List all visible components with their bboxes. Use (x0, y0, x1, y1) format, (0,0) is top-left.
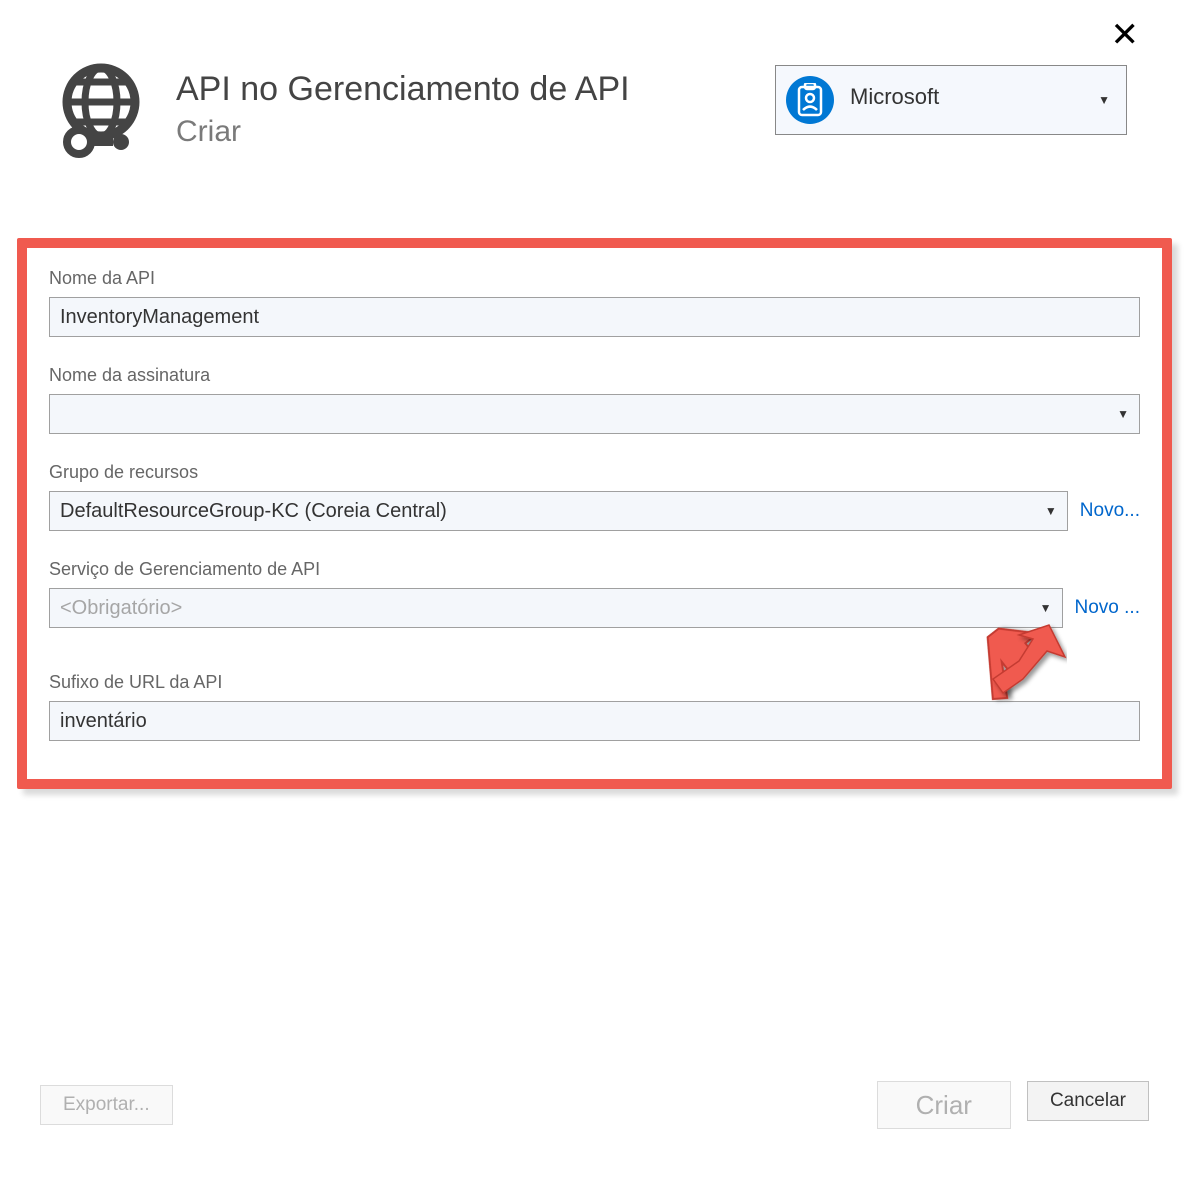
chevron-down-icon: ▼ (1045, 504, 1057, 518)
resource-group-new-link[interactable]: Novo... (1080, 500, 1140, 522)
form-container: Nome da API Nome da assinatura ▼ Grupo d… (17, 238, 1172, 789)
subscription-label: Nome da assinatura (49, 365, 1140, 386)
create-button[interactable]: Criar (877, 1081, 1011, 1129)
cancel-button[interactable]: Cancelar (1027, 1081, 1149, 1121)
chevron-down-icon: ▼ (1040, 601, 1052, 615)
account-selector[interactable]: Microsoft ▼ (775, 65, 1127, 135)
apim-service-new-link[interactable]: Novo ... (1075, 597, 1140, 619)
apim-service-label: Serviço de Gerenciamento de API (49, 559, 1140, 580)
resource-group-label: Grupo de recursos (49, 462, 1140, 483)
api-name-label: Nome da API (49, 268, 1140, 289)
chevron-down-icon: ▼ (1117, 407, 1129, 421)
close-button[interactable]: ✕ (1111, 18, 1140, 52)
apim-service-dropdown[interactable]: <Obrigatório> ▼ (49, 588, 1063, 628)
account-name: Microsoft (850, 84, 1082, 116)
dialog-footer: Exportar... Criar Cancelar (40, 1081, 1149, 1129)
account-avatar-icon (786, 76, 834, 124)
url-suffix-label: Sufixo de URL da API (49, 672, 1140, 693)
resource-group-dropdown[interactable]: DefaultResourceGroup-KC (Coreia Central)… (49, 491, 1068, 531)
subscription-dropdown[interactable]: ▼ (49, 394, 1140, 434)
apim-service-placeholder: <Obrigatório> (60, 597, 182, 620)
export-button[interactable]: Exportar... (40, 1085, 173, 1125)
url-suffix-input[interactable] (49, 701, 1140, 741)
globe-api-icon (52, 58, 158, 158)
api-name-input[interactable] (49, 297, 1140, 337)
chevron-down-icon: ▼ (1098, 93, 1110, 107)
resource-group-value: DefaultResourceGroup-KC (Coreia Central) (60, 500, 447, 523)
